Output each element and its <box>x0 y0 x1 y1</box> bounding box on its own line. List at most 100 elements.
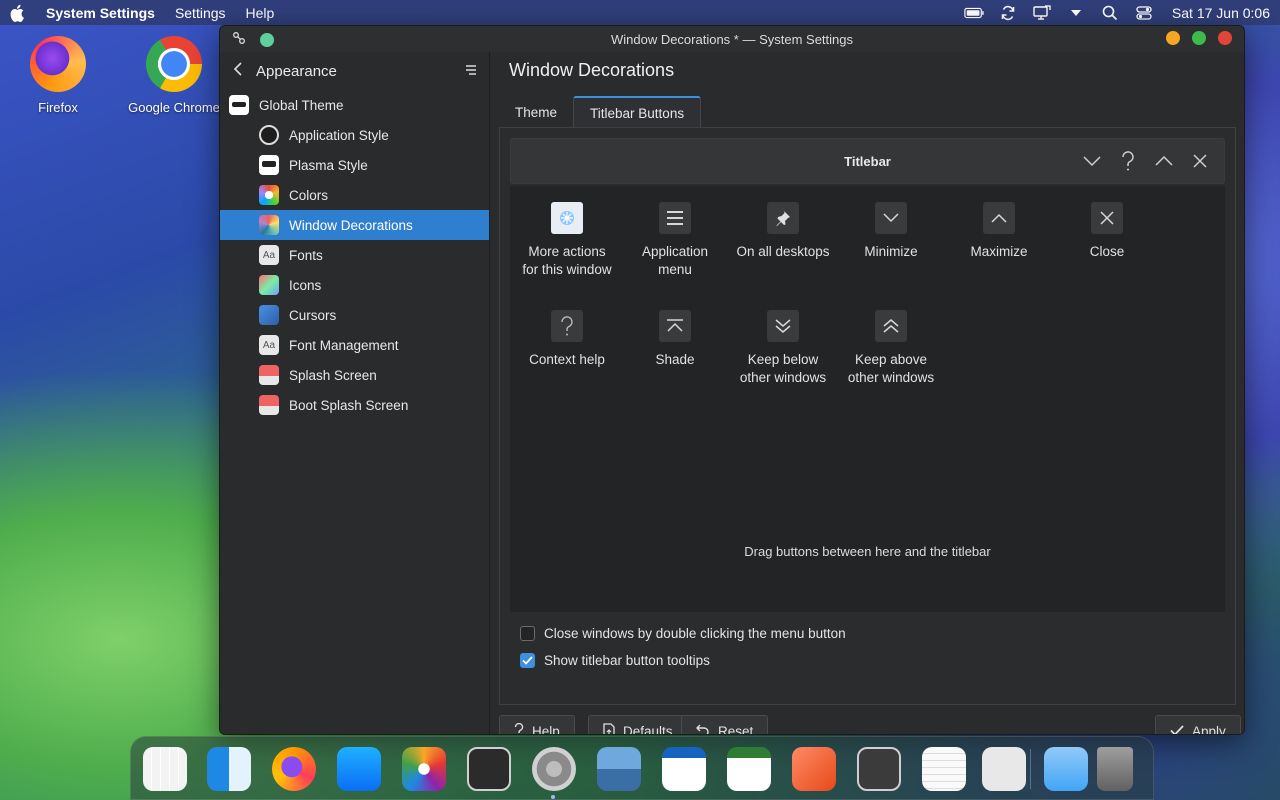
running-indicator <box>551 795 555 799</box>
desktop-icon-chrome[interactable]: Google Chrome <box>124 36 224 115</box>
main-content: Window Decorations Theme Titlebar Button… <box>491 52 1244 735</box>
sidebar-item-fonts[interactable]: Aa Fonts <box>220 240 489 270</box>
sync-icon[interactable] <box>998 5 1018 21</box>
sidebar: Appearance Global Theme Application Styl… <box>220 52 490 734</box>
calculator-icon[interactable] <box>982 747 1026 791</box>
sidebar-item-label: Cursors <box>289 307 337 323</box>
page-title: Window Decorations <box>509 60 675 80</box>
photos-icon[interactable] <box>402 747 446 791</box>
close-icon <box>1091 202 1123 234</box>
double-chevron-down-icon <box>767 310 799 342</box>
sidebar-item-label: Font Management <box>289 337 399 353</box>
option-label: Show titlebar button tooltips <box>544 653 710 668</box>
downloads-folder-icon[interactable] <box>1044 747 1088 791</box>
button-label: Minimize <box>864 244 918 259</box>
toggles-icon[interactable] <box>1134 5 1154 21</box>
button-shade[interactable]: Shade <box>621 310 729 369</box>
button-minimize[interactable]: Minimize <box>837 202 945 261</box>
menu-help[interactable]: Help <box>246 5 275 21</box>
sidebar-item-cursors[interactable]: Cursors <box>220 300 489 330</box>
option-label: Close windows by double clicking the men… <box>544 626 846 641</box>
chevron-down-icon[interactable] <box>1066 5 1086 21</box>
reset-button-label: Reset <box>718 723 754 735</box>
sidebar-item-colors[interactable]: Colors <box>220 180 489 210</box>
button-maximize[interactable]: Maximize <box>945 202 1053 261</box>
sidebar-header: Appearance <box>220 52 489 90</box>
app-store-icon[interactable] <box>337 747 381 791</box>
terminal-icon[interactable] <box>467 747 511 791</box>
button-label: Keep below other windows <box>739 352 827 385</box>
checkbox-unchecked[interactable] <box>520 626 535 641</box>
fonts-icon: Aa <box>259 245 279 265</box>
battery-icon[interactable] <box>964 5 984 21</box>
button-application-menu[interactable]: Application menu <box>621 202 729 279</box>
global-theme-icon <box>229 95 249 115</box>
sidebar-item-splash-screen[interactable]: Splash Screen <box>220 360 489 390</box>
button-more-actions[interactable]: More actions for this window <box>513 202 621 279</box>
checkbox-checked[interactable] <box>520 653 535 668</box>
sidebar-item-font-management[interactable]: Aa Font Management <box>220 330 489 360</box>
launchpad-icon[interactable] <box>143 747 187 791</box>
sidebar-item-boot-splash-screen[interactable]: Boot Splash Screen <box>220 390 489 420</box>
help-button[interactable]: Help <box>499 715 575 735</box>
screenshot-icon[interactable] <box>597 747 641 791</box>
tab-theme[interactable]: Theme <box>499 96 573 128</box>
reset-button[interactable]: Reset <box>681 715 769 735</box>
trash-icon[interactable] <box>1097 747 1133 791</box>
preview-help-icon[interactable] <box>1118 151 1138 171</box>
tab-titlebar-buttons[interactable]: Titlebar Buttons <box>573 96 702 128</box>
finder-icon[interactable] <box>207 747 251 791</box>
hamburger-menu-icon[interactable] <box>465 63 477 80</box>
drag-hint: Drag buttons between here and the titleb… <box>744 544 991 559</box>
button-label: Keep above other windows <box>847 352 935 385</box>
more-actions-icon <box>551 202 583 234</box>
sidebar-item-global-theme[interactable]: Global Theme <box>220 90 489 120</box>
menubar-clock[interactable]: Sat 17 Jun 0:06 <box>1172 5 1270 21</box>
button-label: Maximize <box>970 244 1028 259</box>
desktop-icon-firefox[interactable]: Firefox <box>8 36 108 115</box>
button-label: Close <box>1089 244 1125 259</box>
help-icon <box>514 722 524 735</box>
sidebar-item-plasma-style[interactable]: Plasma Style <box>220 150 489 180</box>
desktop-icon-label: Google Chrome <box>128 100 220 115</box>
search-icon[interactable] <box>1100 5 1120 21</box>
close-button[interactable] <box>1218 31 1232 45</box>
preview-minimize-icon[interactable] <box>1082 151 1102 171</box>
back-arrow-icon[interactable] <box>232 61 248 81</box>
preview-maximize-icon[interactable] <box>1154 151 1174 171</box>
button-keep-below[interactable]: Keep below other windows <box>729 310 837 387</box>
minimize-button[interactable] <box>1166 31 1180 45</box>
maximize-button[interactable] <box>1192 31 1206 45</box>
firefox-dock-icon[interactable] <box>272 747 316 791</box>
option-show-tooltips[interactable]: Show titlebar button tooltips <box>520 653 710 668</box>
window-titlebar[interactable]: Window Decorations * — System Settings <box>220 26 1244 52</box>
text-editor-icon[interactable] <box>922 747 966 791</box>
option-close-double-click[interactable]: Close windows by double clicking the men… <box>520 626 846 641</box>
system-settings-dock-icon[interactable] <box>532 747 576 791</box>
writer-icon[interactable] <box>662 747 706 791</box>
button-keep-above[interactable]: Keep above other windows <box>837 310 945 387</box>
menu-app-name[interactable]: System Settings <box>46 5 155 21</box>
button-close[interactable]: Close <box>1053 202 1161 261</box>
sidebar-item-label: Global Theme <box>259 97 344 113</box>
sidebar-item-label: Plasma Style <box>289 157 368 173</box>
menu-settings[interactable]: Settings <box>175 5 226 21</box>
apple-icon[interactable] <box>10 4 28 22</box>
calc-icon[interactable] <box>727 747 771 791</box>
button-on-all-desktops[interactable]: On all desktops <box>729 202 837 261</box>
preview-close-icon[interactable] <box>1190 151 1210 171</box>
button-context-help[interactable]: Context help <box>513 310 621 369</box>
keep-above-dot[interactable] <box>260 32 274 47</box>
cassette-icon[interactable] <box>857 747 901 791</box>
display-icon[interactable] <box>1032 4 1052 21</box>
titlebar-preview[interactable]: Titlebar <box>510 138 1225 184</box>
sidebar-item-icons[interactable]: Icons <box>220 270 489 300</box>
draw-icon[interactable] <box>792 747 836 791</box>
sidebar-item-window-decorations[interactable]: Window Decorations <box>220 210 489 240</box>
apply-button[interactable]: Apply <box>1155 715 1241 734</box>
system-settings-window: Window Decorations * — System Settings A… <box>219 25 1245 735</box>
sidebar-item-application-style[interactable]: Application Style <box>220 120 489 150</box>
hamburger-icon <box>659 202 691 234</box>
pin-icon[interactable] <box>232 31 246 48</box>
defaults-button[interactable]: Defaults <box>588 715 688 734</box>
